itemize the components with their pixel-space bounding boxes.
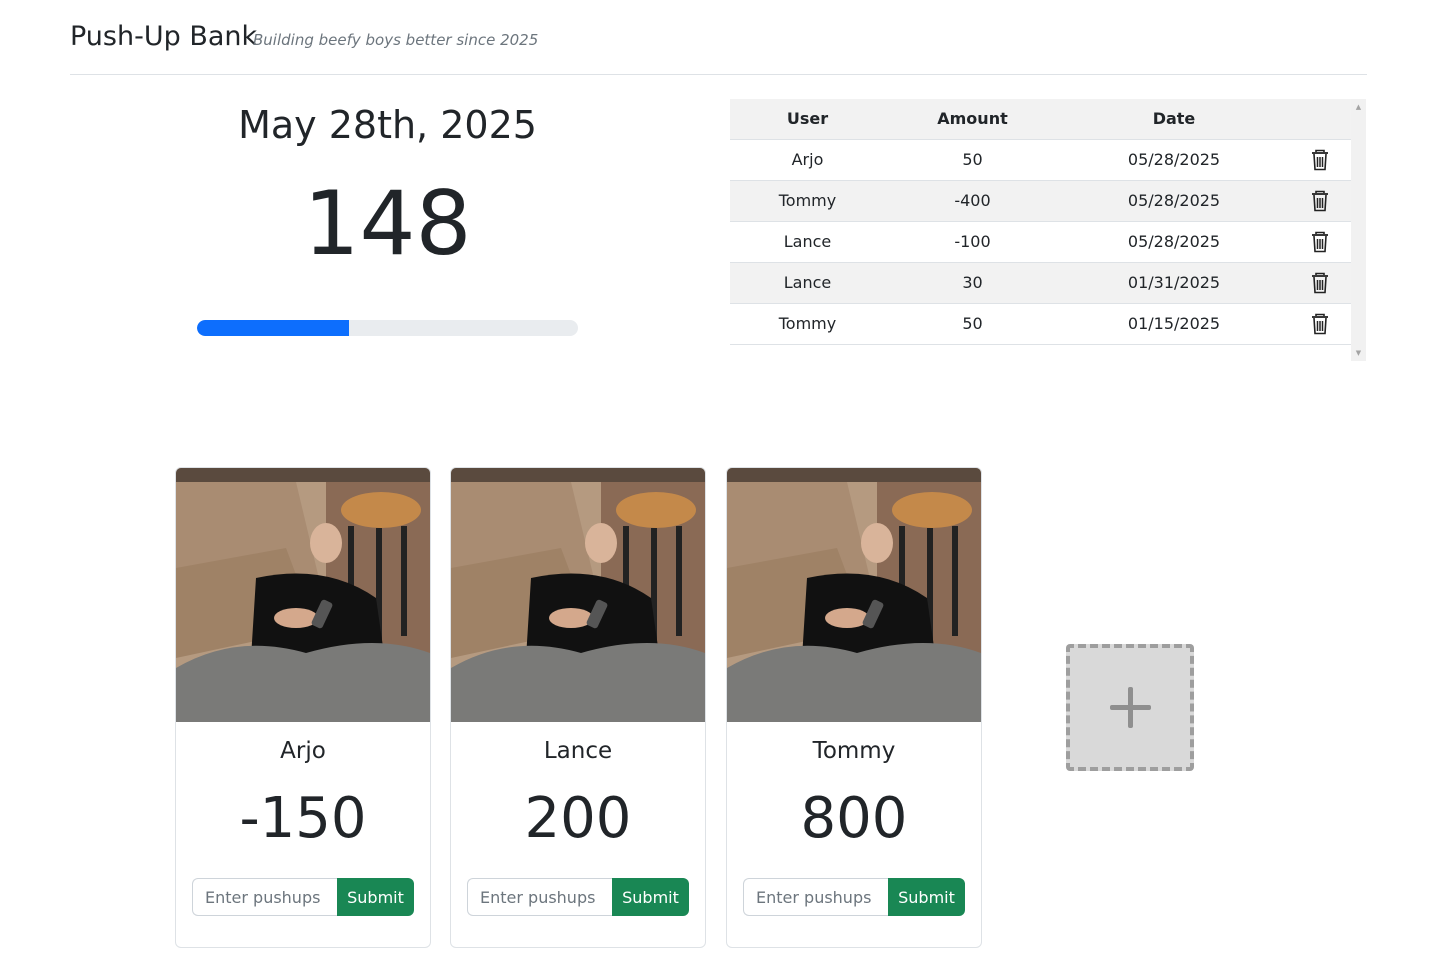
row-actions [1288, 180, 1351, 222]
row-user: Tommy [730, 180, 885, 222]
table-row: Lance 30 01/31/2025 [730, 262, 1351, 304]
table-row: Tommy -400 05/28/2025 [730, 180, 1351, 222]
user-name: Arjo [280, 738, 326, 764]
row-actions [1288, 262, 1351, 304]
user-name: Lance [543, 738, 613, 764]
pushups-input[interactable] [192, 878, 337, 916]
row-date: 01/15/2025 [1060, 303, 1288, 345]
row-amount: 50 [885, 303, 1060, 345]
table-row: Tommy 50 01/15/2025 [730, 303, 1351, 345]
brand-title: Push-Up Bank [70, 21, 258, 52]
trash-icon[interactable] [1310, 272, 1330, 294]
trash-icon[interactable] [1310, 231, 1330, 253]
row-date: 05/28/2025 [1060, 139, 1288, 181]
scroll-up-arrow-icon[interactable]: ▲ [1351, 101, 1366, 113]
user-photo [451, 468, 705, 722]
column-header-actions [1288, 99, 1351, 140]
row-date: 05/28/2025 [1060, 221, 1288, 263]
add-user-button[interactable] [1066, 644, 1194, 771]
column-header-amount: Amount [885, 99, 1060, 140]
transactions-panel: User Amount Date Arjo 50 05/28/2025 Tommy -4… [730, 99, 1366, 361]
scroll-down-arrow-icon[interactable]: ▼ [1351, 347, 1366, 359]
row-actions [1288, 303, 1351, 345]
submit-button[interactable]: Submit [337, 878, 414, 916]
pushup-entry: Submit [743, 878, 965, 916]
user-card-lance: Lance 200 Submit [450, 467, 706, 948]
current-date: May 28th, 2025 [238, 103, 537, 147]
progress-bar-fill [197, 320, 350, 336]
row-actions [1288, 221, 1351, 263]
row-amount: -100 [885, 221, 1060, 263]
row-actions [1288, 139, 1351, 181]
table-header-row: User Amount Date [730, 99, 1351, 140]
submit-button[interactable]: Submit [888, 878, 965, 916]
row-date: 05/28/2025 [1060, 180, 1288, 222]
row-user: Lance [730, 221, 885, 263]
trash-icon[interactable] [1310, 190, 1330, 212]
column-header-date: Date [1060, 99, 1288, 140]
row-amount: -400 [885, 180, 1060, 222]
brand-tagline: Building beefy boys better since 2025 [253, 31, 539, 49]
pushup-entry: Submit [192, 878, 414, 916]
user-card-tommy: Tommy 800 Submit [726, 467, 982, 948]
user-card-arjo: Arjo -150 Submit [175, 467, 431, 948]
bank-total: 148 [303, 172, 472, 275]
trash-icon[interactable] [1310, 313, 1330, 335]
pushups-input[interactable] [743, 878, 888, 916]
column-header-user: User [730, 99, 885, 140]
user-photo [176, 468, 430, 722]
row-user: Lance [730, 262, 885, 304]
row-amount: 30 [885, 262, 1060, 304]
row-amount: 50 [885, 139, 1060, 181]
user-photo [727, 468, 981, 722]
transactions-table: User Amount Date Arjo 50 05/28/2025 Tommy -4… [730, 99, 1351, 345]
pushup-entry: Submit [467, 878, 689, 916]
table-row: Arjo 50 05/28/2025 [730, 139, 1351, 181]
page-header: Push-Up Bank Building beefy boys better … [70, 20, 1367, 75]
trash-icon[interactable] [1310, 149, 1330, 171]
submit-button[interactable]: Submit [612, 878, 689, 916]
row-user: Arjo [730, 139, 885, 181]
progress-bar [197, 320, 578, 336]
user-score: 800 [800, 786, 908, 851]
user-name: Tommy [812, 738, 896, 764]
row-user: Tommy [730, 303, 885, 345]
pushups-input[interactable] [467, 878, 612, 916]
table-row: Lance -100 05/28/2025 [730, 221, 1351, 263]
user-score: -150 [239, 786, 367, 851]
row-date: 01/31/2025 [1060, 262, 1288, 304]
table-scrollbar[interactable]: ▲ ▼ [1351, 99, 1366, 361]
user-score: 200 [524, 786, 632, 851]
